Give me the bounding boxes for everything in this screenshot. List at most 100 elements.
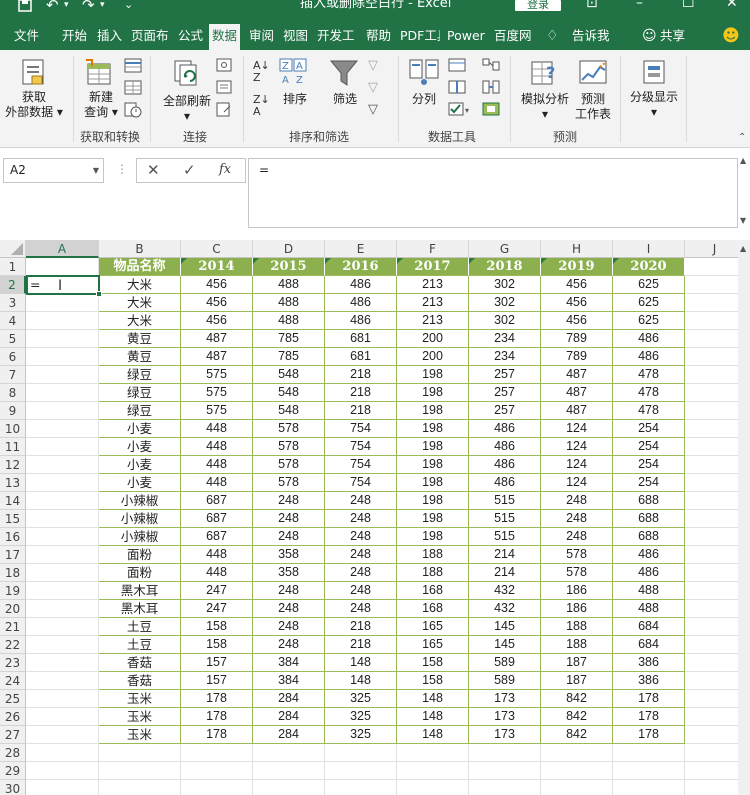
- cell[interactable]: [613, 780, 685, 795]
- table-cell[interactable]: 754: [325, 420, 397, 438]
- login-button[interactable]: 登录: [515, 0, 561, 11]
- table-cell[interactable]: 248: [325, 564, 397, 582]
- cell[interactable]: [685, 654, 745, 672]
- cell[interactable]: [685, 582, 745, 600]
- table-cell[interactable]: 688: [613, 510, 685, 528]
- relationships-icon[interactable]: [482, 80, 500, 97]
- table-cell[interactable]: 284: [253, 690, 325, 708]
- cell[interactable]: [26, 582, 99, 600]
- table-cell[interactable]: 754: [325, 474, 397, 492]
- cell[interactable]: [685, 420, 745, 438]
- table-cell[interactable]: 487: [181, 348, 253, 366]
- table-cell[interactable]: 178: [613, 690, 685, 708]
- tab-insert[interactable]: 插入: [97, 22, 122, 50]
- table-cell[interactable]: 448: [181, 420, 253, 438]
- table-cell[interactable]: 578: [253, 438, 325, 456]
- new-query-button[interactable]: 新建 查询 ▾: [80, 90, 122, 120]
- cell[interactable]: [685, 276, 745, 294]
- tell-me-search[interactable]: 告诉我: [572, 22, 610, 50]
- table-cell[interactable]: 842: [541, 726, 613, 744]
- row-header-9[interactable]: 9: [0, 402, 26, 420]
- table-cell[interactable]: 148: [397, 726, 469, 744]
- table-cell[interactable]: 488: [253, 312, 325, 330]
- table-cell[interactable]: 248: [541, 528, 613, 546]
- cell[interactable]: [99, 780, 181, 795]
- recent-sources-icon[interactable]: [124, 102, 142, 121]
- cell[interactable]: [253, 744, 325, 762]
- cell[interactable]: [325, 744, 397, 762]
- cell[interactable]: [181, 762, 253, 780]
- table-cell[interactable]: 302: [469, 276, 541, 294]
- row-header-13[interactable]: 13: [0, 474, 26, 492]
- table-cell[interactable]: 绿豆: [99, 384, 181, 402]
- table-cell[interactable]: 548: [253, 366, 325, 384]
- table-cell[interactable]: 214: [469, 546, 541, 564]
- table-cell[interactable]: 小辣椒: [99, 510, 181, 528]
- table-cell[interactable]: 234: [469, 330, 541, 348]
- row-header-6[interactable]: 6: [0, 348, 26, 366]
- tab-file[interactable]: 文件: [14, 22, 39, 50]
- sort-icon[interactable]: ZAAZ: [279, 58, 309, 89]
- from-table-icon[interactable]: [124, 80, 142, 99]
- sort-descending-icon[interactable]: Z↓ A: [253, 94, 270, 118]
- table-cell[interactable]: 789: [541, 348, 613, 366]
- table-cell[interactable]: 218: [325, 366, 397, 384]
- new-query-icon[interactable]: [84, 58, 114, 91]
- table-cell[interactable]: 218: [325, 402, 397, 420]
- table-cell[interactable]: 148: [325, 672, 397, 690]
- outline-icon[interactable]: [640, 58, 668, 89]
- table-cell[interactable]: 198: [397, 366, 469, 384]
- table-cell[interactable]: 大米: [99, 312, 181, 330]
- cell[interactable]: [26, 474, 99, 492]
- sort-ascending-icon[interactable]: A↓ Z: [253, 60, 270, 84]
- table-cell[interactable]: 625: [613, 312, 685, 330]
- table-cell[interactable]: 254: [613, 456, 685, 474]
- cell[interactable]: [685, 294, 745, 312]
- table-cell[interactable]: 158: [397, 654, 469, 672]
- formula-input[interactable]: =: [248, 158, 738, 228]
- table-cell[interactable]: 145: [469, 636, 541, 654]
- collapse-ribbon-icon[interactable]: ⌃: [738, 132, 746, 143]
- table-cell[interactable]: 358: [253, 564, 325, 582]
- table-header-cell[interactable]: 2020: [613, 258, 685, 276]
- table-cell[interactable]: 456: [181, 294, 253, 312]
- table-cell[interactable]: 200: [397, 348, 469, 366]
- cell[interactable]: [253, 780, 325, 795]
- cell[interactable]: [26, 708, 99, 726]
- cell[interactable]: [26, 510, 99, 528]
- table-cell[interactable]: 488: [613, 600, 685, 618]
- get-external-data-button[interactable]: 获取 外部数据 ▾: [2, 90, 66, 120]
- table-cell[interactable]: 358: [253, 546, 325, 564]
- table-cell[interactable]: 754: [325, 438, 397, 456]
- table-cell[interactable]: 448: [181, 546, 253, 564]
- tab-developer[interactable]: 开发工: [317, 22, 355, 50]
- table-cell[interactable]: 488: [253, 294, 325, 312]
- cell[interactable]: [685, 600, 745, 618]
- what-if-analysis-button[interactable]: 模拟分析 ▾: [517, 92, 573, 122]
- tab-data[interactable]: 数据: [209, 24, 241, 50]
- table-cell[interactable]: 486: [325, 312, 397, 330]
- user-icon[interactable]: ☺: [642, 22, 657, 50]
- table-cell[interactable]: 198: [397, 474, 469, 492]
- table-cell[interactable]: 486: [469, 420, 541, 438]
- forecast-sheet-button[interactable]: 预测 工作表: [572, 92, 614, 122]
- sort-button[interactable]: 排序: [278, 92, 312, 107]
- table-cell[interactable]: 448: [181, 456, 253, 474]
- cell[interactable]: [26, 636, 99, 654]
- table-cell[interactable]: 589: [469, 672, 541, 690]
- table-cell[interactable]: 248: [253, 618, 325, 636]
- enter-icon[interactable]: ✓: [183, 161, 196, 179]
- table-cell[interactable]: 168: [397, 582, 469, 600]
- table-cell[interactable]: 248: [325, 546, 397, 564]
- cell[interactable]: [685, 690, 745, 708]
- table-cell[interactable]: 158: [181, 636, 253, 654]
- cell[interactable]: [26, 762, 99, 780]
- table-cell[interactable]: 248: [325, 582, 397, 600]
- table-cell[interactable]: 448: [181, 564, 253, 582]
- column-header-j[interactable]: J: [685, 240, 745, 258]
- scroll-up-icon[interactable]: ▲: [740, 244, 746, 253]
- cell[interactable]: [325, 780, 397, 795]
- cell[interactable]: [26, 366, 99, 384]
- undo-icon[interactable]: ↶: [46, 0, 59, 14]
- cell[interactable]: [397, 744, 469, 762]
